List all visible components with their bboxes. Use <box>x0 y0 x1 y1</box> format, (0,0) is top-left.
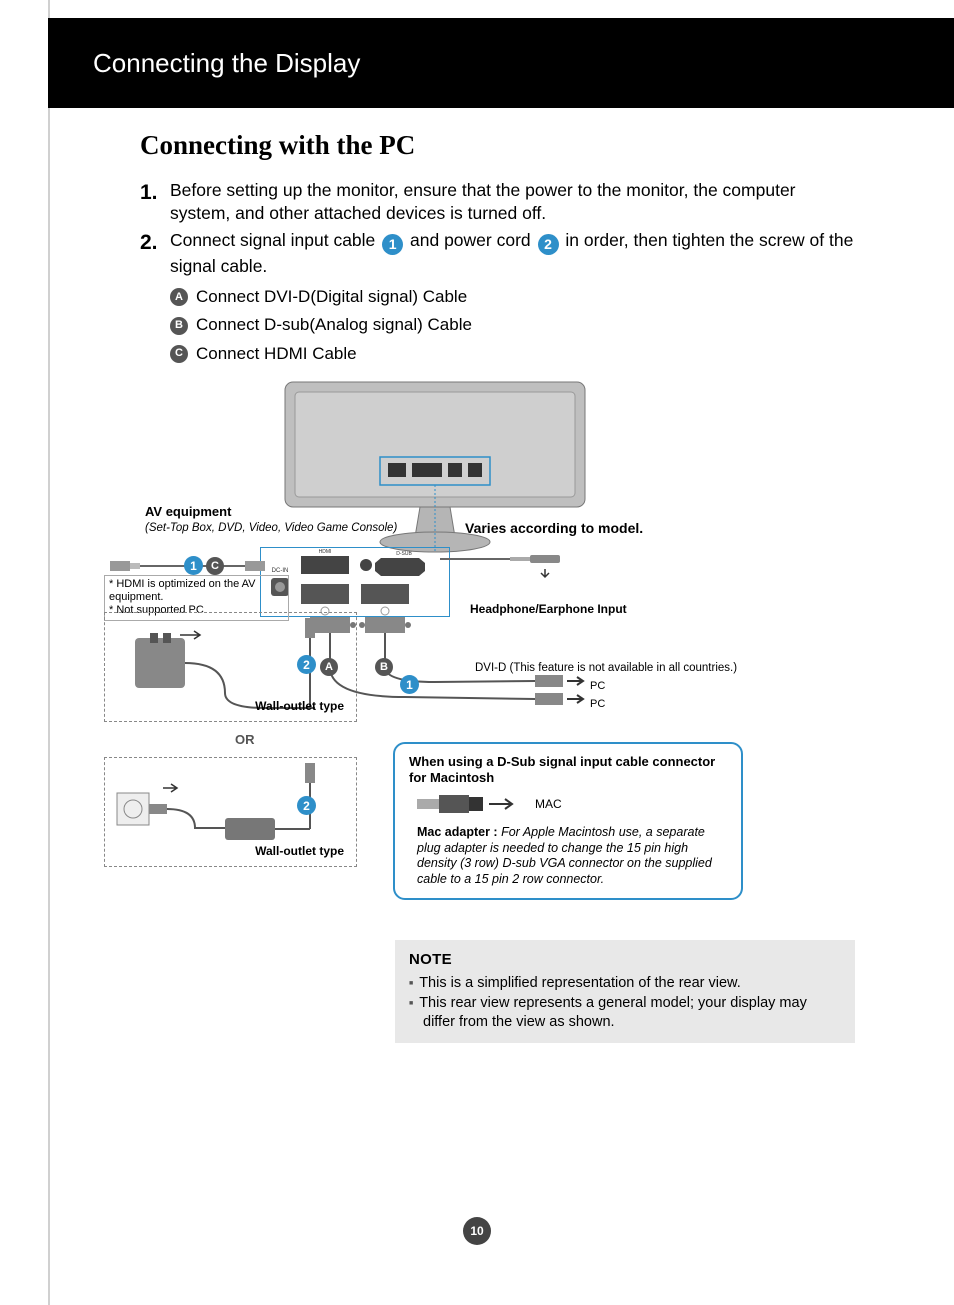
pc-label-2: PC <box>590 698 605 710</box>
dvi-d-label: DVI-D (This feature is not available in … <box>475 662 737 674</box>
letter-b-diagram: B <box>375 658 393 676</box>
sub-item-b-text: Connect D-sub(Analog signal) Cable <box>196 312 472 338</box>
badge-1-cables: 1 <box>400 675 419 694</box>
letter-c-hdmi: C <box>206 557 224 575</box>
sub-item-a-text: Connect DVI-D(Digital signal) Cable <box>196 284 467 310</box>
badge-1-icon: 1 <box>382 234 403 255</box>
header-bar: Connecting the Display <box>48 18 954 108</box>
varies-label: Varies according to model. <box>465 520 643 536</box>
wall-outlet-box-2: 2 Wall-outlet type <box>104 757 357 867</box>
step-2-number: 2. <box>140 229 164 278</box>
step-1-text: Before setting up the monitor, ensure th… <box>170 179 859 225</box>
note-item-2: This rear view represents a general mode… <box>423 994 841 1033</box>
step-2-mid: and power cord <box>410 230 536 250</box>
step-1-number: 1. <box>140 179 164 225</box>
pc-label-1: PC <box>590 680 605 692</box>
headphone-label: Headphone/Earphone Input <box>470 602 627 616</box>
letter-a-icon: A <box>170 288 188 306</box>
headphone-plug-icon <box>440 549 570 579</box>
hdmi-note-line1: * HDMI is optimized on the AV equipment. <box>109 578 284 604</box>
cable-sub-list: A Connect DVI-D(Digital signal) Cable B … <box>170 284 859 367</box>
page-fold-line <box>48 0 50 1305</box>
sub-item-c: C Connect HDMI Cable <box>170 341 859 367</box>
letter-c-icon: C <box>170 345 188 363</box>
or-label: OR <box>235 732 255 747</box>
page-number-badge: 10 <box>463 1217 491 1245</box>
wall-outlet-label-1: Wall-outlet type <box>255 699 344 713</box>
connection-diagram: Varies according to model. AV equipment … <box>140 377 840 957</box>
header-title: Connecting the Display <box>93 48 360 79</box>
wall-outlet-box-1: 2 Wall-outlet type <box>104 612 357 722</box>
av-equipment-label: AV equipment (Set-Top Box, DVD, Video, V… <box>145 505 397 535</box>
note-heading: NOTE <box>409 950 841 970</box>
step-1: 1. Before setting up the monitor, ensure… <box>140 179 859 225</box>
manual-page: Connecting the Display Connecting with t… <box>0 0 954 1305</box>
step-2: 2. Connect signal input cable 1 and powe… <box>140 229 859 278</box>
note-list: This is a simplified representation of t… <box>409 974 841 1033</box>
step-2-pre: Connect signal input cable <box>170 230 380 250</box>
wall-outlet-label-2: Wall-outlet type <box>255 844 344 858</box>
mac-connector-icon <box>417 791 527 817</box>
letter-b-icon: B <box>170 317 188 335</box>
svg-text:HDMI: HDMI <box>319 549 332 555</box>
step-2-text: Connect signal input cable 1 and power c… <box>170 229 859 278</box>
av-equipment-sub: (Set-Top Box, DVD, Video, Video Game Con… <box>145 522 397 534</box>
badge-2-adapter-2: 2 <box>297 796 316 815</box>
mac-connector-row: MAC <box>417 791 727 817</box>
sub-item-b: B Connect D-sub(Analog signal) Cable <box>170 312 859 338</box>
mac-box-title: When using a D-Sub signal input cable co… <box>409 754 727 785</box>
note-item-1: This is a simplified representation of t… <box>423 974 841 994</box>
badge-2-adapter-1: 2 <box>297 655 316 674</box>
av-equipment-title: AV equipment <box>145 505 397 520</box>
svg-text:DC-IN: DC-IN <box>272 568 289 574</box>
badge-1-hdmi: 1 <box>184 556 203 575</box>
mac-label: MAC <box>535 797 562 811</box>
mac-adapter-box: When using a D-Sub signal input cable co… <box>393 742 743 900</box>
badge-2-icon: 2 <box>538 234 559 255</box>
section-heading: Connecting with the PC <box>140 130 859 161</box>
sub-item-c-text: Connect HDMI Cable <box>196 341 357 367</box>
connector-panel-icon: DC-IN HDMI D-SUB <box>261 548 451 618</box>
sub-item-a: A Connect DVI-D(Digital signal) Cable <box>170 284 859 310</box>
content-area: Connecting with the PC 1. Before setting… <box>140 130 859 957</box>
mac-lead: Mac adapter : <box>417 825 501 839</box>
mac-body-text: Mac adapter : For Apple Macintosh use, a… <box>417 825 727 888</box>
svg-text:D-SUB: D-SUB <box>396 551 412 557</box>
note-box: NOTE This is a simplified representation… <box>395 940 855 1043</box>
